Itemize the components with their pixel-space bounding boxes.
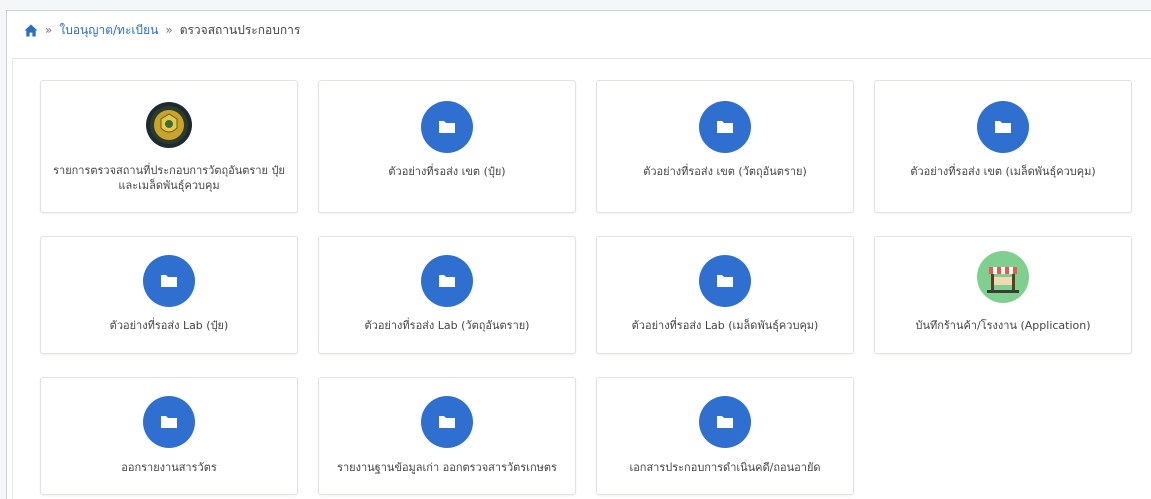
folder-icon [421, 255, 473, 307]
menu-card-label: บันทึกร้านค้า/โรงงาน (Application) [915, 319, 1091, 332]
menu-card-label: เอกสารประกอบการดำเนินคดี/ถอนอายัด [629, 461, 821, 474]
menu-card-label: ตัวอย่างที่รอส่ง เขต (เมล็ดพันธุ์ควบคุม) [910, 165, 1096, 178]
shop-icon [977, 251, 1029, 303]
folder-icon [143, 255, 195, 307]
folder-icon [699, 396, 751, 448]
breadcrumb-link-license[interactable]: ใบอนุญาต/ทะเบียน [59, 21, 158, 40]
menu-card-label: รายการตรวจสถานที่ประกอบการวัตถุอันตราย ป… [53, 164, 285, 192]
menu-card-lab-seeds[interactable]: ตัวอย่างที่รอส่ง Lab (เมล็ดพันธุ์ควบคุม) [596, 236, 854, 354]
breadcrumb-separator: » [45, 23, 53, 37]
menu-card-label: ตัวอย่างที่รอส่ง เขต (ปุ๋ย) [388, 165, 506, 178]
menu-card-lab-hazardous[interactable]: ตัวอย่างที่รอส่ง Lab (วัตถุอันตราย) [318, 236, 576, 354]
menu-card-label: ตัวอย่างที่รอส่ง Lab (ปุ๋ย) [109, 319, 229, 332]
menu-card-label: ตัวอย่างที่รอส่ง Lab (วัตถุอันตราย) [364, 319, 530, 332]
folder-icon [699, 101, 751, 153]
folder-icon [977, 101, 1029, 153]
breadcrumb-current: ตรวจสถานประกอบการ [179, 22, 301, 37]
menu-card-inspector-report[interactable]: ออกรายงานสารวัตร [40, 377, 298, 495]
menu-card-label: รายงานฐานข้อมูลเก่า ออกตรวจสารวัตรเกษตร [337, 461, 557, 474]
department-seal-icon [146, 102, 192, 148]
menu-card-label: ออกรายงานสารวัตร [121, 461, 217, 474]
menu-card-lab-fertilizer[interactable]: ตัวอย่างที่รอส่ง Lab (ปุ๋ย) [40, 236, 298, 354]
folder-icon [421, 101, 473, 153]
menu-card-inspection-list[interactable]: รายการตรวจสถานที่ประกอบการวัตถุอันตราย ป… [40, 80, 298, 213]
folder-icon [421, 396, 473, 448]
folder-icon [143, 396, 195, 448]
breadcrumb-separator: » [165, 23, 173, 37]
folder-icon [699, 255, 751, 307]
menu-card-label: ตัวอย่างที่รอส่ง Lab (เมล็ดพันธุ์ควบคุม) [631, 319, 819, 332]
menu-card-prosecution-docs[interactable]: เอกสารประกอบการดำเนินคดี/ถอนอายัด [596, 377, 854, 495]
menu-card-legacy-report[interactable]: รายงานฐานข้อมูลเก่า ออกตรวจสารวัตรเกษตร [318, 377, 576, 495]
menu-card-zone-seeds[interactable]: ตัวอย่างที่รอส่ง เขต (เมล็ดพันธุ์ควบคุม) [874, 80, 1132, 213]
breadcrumb: » ใบอนุญาต/ทะเบียน » ตรวจสถานประกอบการ [24, 22, 300, 38]
menu-card-label: ตัวอย่างที่รอส่ง เขต (วัตถุอันตราย) [643, 165, 807, 178]
home-icon[interactable] [24, 24, 38, 37]
menu-card-zone-fertilizer[interactable]: ตัวอย่างที่รอส่ง เขต (ปุ๋ย) [318, 80, 576, 213]
menu-card-shop-application[interactable]: บันทึกร้านค้า/โรงงาน (Application) [874, 236, 1132, 354]
menu-card-zone-hazardous[interactable]: ตัวอย่างที่รอส่ง เขต (วัตถุอันตราย) [596, 80, 854, 213]
